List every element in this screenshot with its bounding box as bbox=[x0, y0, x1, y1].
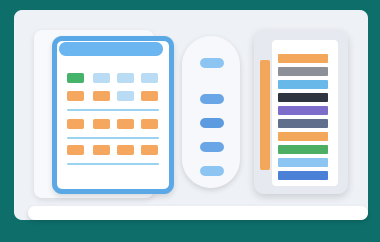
book-stripe bbox=[278, 158, 328, 167]
book-stripe bbox=[278, 145, 328, 154]
calendar-cell bbox=[117, 73, 134, 83]
calendar-cell bbox=[141, 119, 158, 129]
book-with-color-stripes bbox=[254, 30, 348, 194]
book-stripe bbox=[278, 132, 328, 141]
calendar-cell bbox=[67, 91, 84, 101]
pill-bar bbox=[200, 142, 224, 152]
calendar-cell bbox=[117, 119, 134, 129]
calendar-cell bbox=[93, 145, 110, 155]
calendar-cell bbox=[93, 119, 110, 129]
calendar-cell bbox=[93, 91, 110, 101]
book-stripe bbox=[278, 106, 328, 115]
calendar-divider bbox=[67, 109, 159, 111]
slider-pill-panel bbox=[182, 36, 240, 188]
calendar-cell bbox=[141, 145, 158, 155]
book-stripe bbox=[278, 119, 328, 128]
book-stripe bbox=[278, 93, 328, 102]
calendar-cell bbox=[93, 73, 110, 83]
calendar-divider bbox=[67, 137, 159, 139]
calendar-divider bbox=[67, 163, 159, 165]
calendar-cell bbox=[141, 91, 158, 101]
pill-bar bbox=[200, 58, 224, 68]
calendar-cell bbox=[67, 119, 84, 129]
shelf-base bbox=[28, 206, 368, 220]
calendar-cell bbox=[67, 73, 84, 83]
book-stripe bbox=[278, 171, 328, 180]
calendar-illustration bbox=[52, 36, 174, 194]
calendar-cell bbox=[117, 145, 134, 155]
calendar-cell bbox=[117, 91, 134, 101]
calendar-cell bbox=[67, 145, 84, 155]
book-page bbox=[272, 40, 338, 186]
pill-bar bbox=[200, 166, 224, 176]
book-spine bbox=[260, 60, 270, 170]
calendar-cell bbox=[141, 73, 158, 83]
book-stripe bbox=[278, 80, 328, 89]
book-stripe bbox=[278, 67, 328, 76]
pill-bar bbox=[200, 94, 224, 104]
book-stripe bbox=[278, 54, 328, 63]
pill-bar bbox=[200, 118, 224, 128]
calendar-header-bar bbox=[59, 42, 163, 56]
